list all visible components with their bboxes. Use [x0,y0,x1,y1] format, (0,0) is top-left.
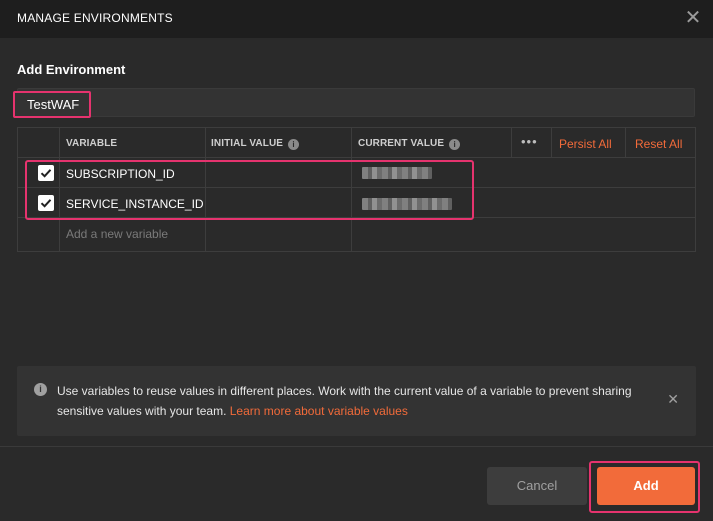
more-options-icon[interactable]: ••• [521,134,538,149]
footer-divider [0,446,713,447]
column-header-label: CURRENT VALUE [358,138,445,149]
table-row: SUBSCRIPTION_ID [18,158,695,188]
close-icon[interactable]: ✕ [683,8,703,28]
variable-name[interactable]: SUBSCRIPTION_ID [66,167,175,181]
learn-more-link[interactable]: Learn more about variable values [230,404,408,418]
info-notice: i Use variables to reuse values in diffe… [17,366,696,436]
environment-name-value[interactable]: TestWAF [13,91,91,118]
modal-header: MANAGE ENVIRONMENTS ✕ [0,0,713,38]
close-icon[interactable]: ✕ [667,391,679,408]
column-header-label: INITIAL VALUE [211,138,284,149]
redacted-current-value[interactable] [362,198,452,210]
column-header-current-value: CURRENT VALUE i [358,138,461,150]
row-checkbox[interactable] [38,165,54,181]
variable-name[interactable]: SERVICE_INSTANCE_ID [66,197,204,211]
cancel-button[interactable]: Cancel [487,467,587,505]
environment-name-field[interactable] [17,88,695,117]
notice-text: Use variables to reuse values in differe… [57,381,647,421]
info-icon: i [34,383,47,396]
check-icon [40,199,52,208]
check-icon [40,169,52,178]
redacted-current-value[interactable] [362,167,432,179]
column-header-initial-value: INITIAL VALUE i [211,138,300,150]
persist-all-link[interactable]: Persist All [559,137,612,151]
info-icon[interactable]: i [288,139,300,150]
table-header: VARIABLE INITIAL VALUE i CURRENT VALUE i •… [18,128,695,158]
variables-table: VARIABLE INITIAL VALUE i CURRENT VALUE i •… [17,127,696,252]
column-header-variable: VARIABLE [66,138,118,149]
add-button[interactable]: Add [597,467,695,505]
row-checkbox[interactable] [38,195,54,211]
new-variable-row[interactable]: Add a new variable [18,218,695,248]
info-icon[interactable]: i [449,139,461,150]
reset-all-link[interactable]: Reset All [635,137,682,151]
manage-environments-modal: MANAGE ENVIRONMENTS ✕ Add Environment Te… [0,0,713,521]
table-row: SERVICE_INSTANCE_ID [18,188,695,218]
add-environment-label: Add Environment [17,62,126,77]
add-variable-placeholder[interactable]: Add a new variable [66,227,168,241]
modal-title: MANAGE ENVIRONMENTS [17,11,173,25]
